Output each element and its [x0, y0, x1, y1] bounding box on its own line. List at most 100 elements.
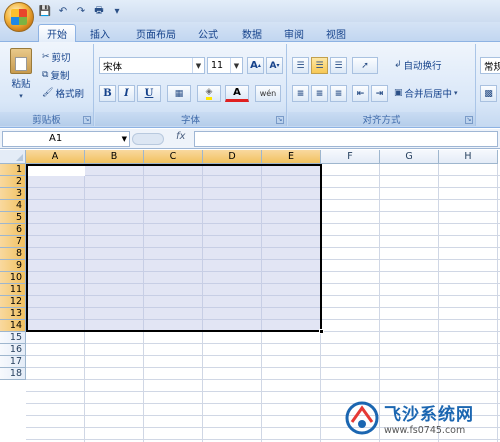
column-header-a[interactable]: A: [26, 150, 85, 164]
grow-font-label: A: [250, 60, 258, 71]
name-box[interactable]: A1 ▼: [2, 131, 130, 147]
align-middle-icon: ☰: [315, 60, 324, 71]
align-right-button[interactable]: ≡: [330, 85, 347, 102]
alignment-group: ☰ ☰ ☰ ➚ ↲ 自动换行 ≡ ≡ ≡ ⇤ ⇥ ▣ 合并后居中 ▾ 对齐方式 ↘: [288, 44, 476, 126]
shrink-font-button[interactable]: A ▾: [266, 57, 283, 74]
column-header-b[interactable]: B: [85, 150, 144, 164]
row-header-3[interactable]: 3: [0, 188, 26, 200]
formula-input[interactable]: [194, 131, 498, 147]
phonetic-button[interactable]: wén: [255, 85, 281, 102]
office-button[interactable]: [4, 2, 34, 32]
row-header-5[interactable]: 5: [0, 212, 26, 224]
shrink-font-label: A: [269, 60, 277, 71]
tab-home[interactable]: 开始: [38, 24, 76, 42]
row-header-15[interactable]: 15: [0, 332, 26, 344]
row-header-1[interactable]: 1: [0, 164, 26, 176]
select-all-button[interactable]: [0, 150, 26, 164]
fill-color-button[interactable]: ◈: [197, 85, 221, 102]
tab-review[interactable]: 审阅: [276, 24, 312, 42]
quick-access-toolbar: 💾 ↶ ↷ 🖶 ▾: [38, 3, 124, 19]
column-header-c[interactable]: C: [144, 150, 203, 164]
column-header-h[interactable]: H: [439, 150, 498, 164]
row-header-2[interactable]: 2: [0, 176, 26, 188]
column-header-g[interactable]: G: [380, 150, 439, 164]
currency-icon: ▩: [484, 88, 493, 99]
row-header-12[interactable]: 12: [0, 296, 26, 308]
selection-range[interactable]: [26, 164, 322, 332]
wrap-text-label: 自动换行: [403, 61, 442, 72]
merge-cells-icon: ▣: [394, 88, 403, 98]
increase-indent-button[interactable]: ⇥: [371, 85, 388, 102]
align-top-button[interactable]: ☰: [292, 57, 309, 74]
name-box-resize-handle[interactable]: [132, 133, 164, 145]
row-header-14[interactable]: 14: [0, 320, 26, 332]
row-header-18[interactable]: 18: [0, 368, 26, 380]
text-orientation-icon: ➚: [361, 60, 369, 71]
row-header-11[interactable]: 11: [0, 284, 26, 296]
copy-icon: ⧉: [42, 70, 49, 80]
bold-button[interactable]: B: [99, 85, 116, 102]
font-size-value: 11: [211, 60, 224, 71]
row-header-9[interactable]: 9: [0, 260, 26, 272]
print-preview-icon[interactable]: 🖶: [92, 4, 106, 18]
wrap-text-button[interactable]: ↲ 自动换行: [394, 58, 442, 72]
borders-button[interactable]: ▦: [167, 85, 191, 102]
dialog-launcher-icon[interactable]: ↘: [465, 116, 473, 124]
dialog-launcher-icon[interactable]: ↘: [83, 116, 91, 124]
clipboard-group-label: 剪贴板: [0, 112, 93, 126]
tab-formulas[interactable]: 公式: [190, 24, 226, 42]
format-painter-button[interactable]: 🖌 格式刷: [42, 86, 84, 100]
dialog-launcher-icon[interactable]: ↘: [276, 116, 284, 124]
font-color-button[interactable]: A: [225, 85, 249, 102]
watermark-logo-icon: [344, 400, 380, 436]
merge-center-button[interactable]: ▣ 合并后居中 ▾: [394, 86, 458, 100]
tab-page-layout[interactable]: 页面布局: [126, 24, 186, 42]
currency-format-button[interactable]: ▩: [480, 85, 497, 102]
row-header-4[interactable]: 4: [0, 200, 26, 212]
orientation-button[interactable]: ➚: [352, 57, 378, 74]
grow-font-button[interactable]: A ▴: [247, 57, 264, 74]
row-header-17[interactable]: 17: [0, 356, 26, 368]
fill-handle[interactable]: [319, 329, 324, 334]
align-center-button[interactable]: ≡: [311, 85, 328, 102]
row-header-10[interactable]: 10: [0, 272, 26, 284]
underline-button[interactable]: U: [137, 85, 161, 102]
customize-icon[interactable]: ▾: [110, 4, 124, 18]
ribbon: 粘贴 ▾ ✂ 剪切 ⧉ 复制 🖌 格式刷 剪贴板 ↘ 宋体 ▼ 11 ▼ A ▴ A ▾ B …: [0, 42, 500, 128]
chevron-down-icon: ▼: [192, 58, 204, 73]
align-left-icon: ≡: [296, 88, 305, 99]
cut-button[interactable]: ✂ 剪切: [42, 50, 71, 64]
chevron-down-icon: ▾: [19, 92, 23, 100]
row-header-6[interactable]: 6: [0, 224, 26, 236]
row-header-16[interactable]: 16: [0, 344, 26, 356]
align-middle-button[interactable]: ☰: [311, 57, 328, 74]
insert-function-button[interactable]: fx: [176, 131, 185, 142]
number-format-select[interactable]: 常规: [480, 57, 500, 74]
font-group: 宋体 ▼ 11 ▼ A ▴ A ▾ B I U ▦ ◈ A wén 字体 ↘: [95, 44, 287, 126]
row-header-8[interactable]: 8: [0, 248, 26, 260]
row-header-7[interactable]: 7: [0, 236, 26, 248]
align-bottom-button[interactable]: ☰: [330, 57, 347, 74]
font-size-select[interactable]: 11 ▼: [207, 57, 243, 74]
active-cell[interactable]: [28, 166, 85, 176]
redo-icon[interactable]: ↷: [74, 4, 88, 18]
borders-icon: ▦: [174, 88, 184, 99]
paste-button[interactable]: 粘贴 ▾: [6, 48, 36, 104]
tab-view[interactable]: 视图: [318, 24, 354, 42]
decrease-indent-button[interactable]: ⇤: [352, 85, 369, 102]
italic-button[interactable]: I: [118, 85, 135, 102]
column-header-d[interactable]: D: [203, 150, 262, 164]
column-header-f[interactable]: F: [321, 150, 380, 164]
cut-label: 剪切: [51, 53, 71, 64]
tab-data[interactable]: 数据: [234, 24, 270, 42]
undo-icon[interactable]: ↶: [56, 4, 70, 18]
align-left-button[interactable]: ≡: [292, 85, 309, 102]
paste-label: 粘贴: [11, 79, 31, 90]
copy-label: 复制: [50, 71, 70, 82]
row-header-13[interactable]: 13: [0, 308, 26, 320]
font-name-select[interactable]: 宋体 ▼: [99, 57, 205, 74]
tab-insert[interactable]: 插入: [82, 24, 118, 42]
save-icon[interactable]: 💾: [38, 4, 52, 18]
copy-button[interactable]: ⧉ 复制: [42, 68, 69, 82]
column-header-e[interactable]: E: [262, 150, 321, 164]
